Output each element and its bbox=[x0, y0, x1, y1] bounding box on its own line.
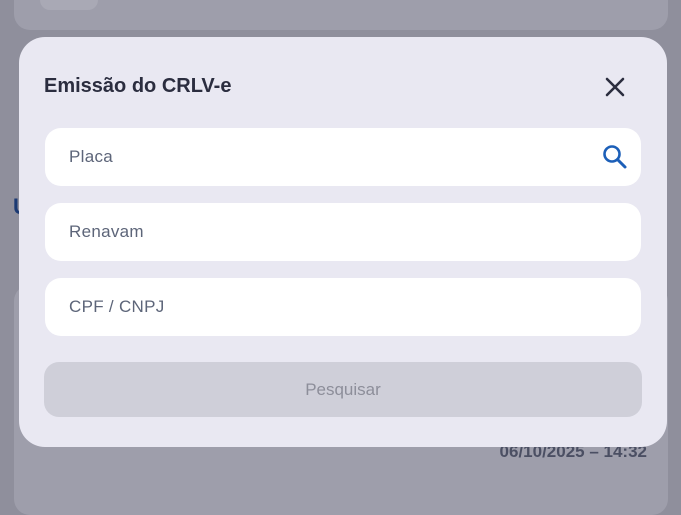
dialog-title: Emissão do CRLV-e bbox=[44, 75, 232, 97]
search-button[interactable] bbox=[601, 143, 629, 171]
cpf-cnpj-field bbox=[45, 278, 641, 336]
search-submit-button[interactable]: Pesquisar bbox=[44, 362, 642, 417]
renavam-field bbox=[45, 203, 641, 261]
background-top-card bbox=[14, 0, 668, 30]
search-icon bbox=[603, 145, 627, 169]
crlv-dialog: Emissão do CRLV-e Pesquisar bbox=[19, 37, 667, 447]
placa-field bbox=[45, 128, 641, 186]
renavam-input[interactable] bbox=[69, 203, 589, 261]
background-pill bbox=[40, 0, 98, 10]
close-icon bbox=[605, 77, 625, 97]
cpf-cnpj-input[interactable] bbox=[69, 278, 589, 336]
close-button[interactable] bbox=[603, 75, 627, 99]
placa-input[interactable] bbox=[69, 128, 589, 186]
